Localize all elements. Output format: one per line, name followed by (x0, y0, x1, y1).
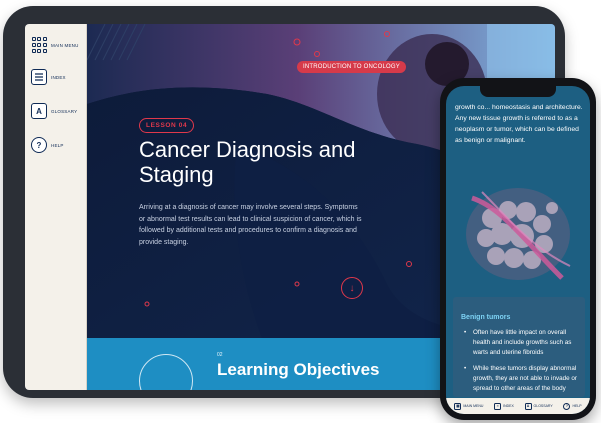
menu-item-label: GLOSSARY (51, 108, 78, 114)
bottom-nav-label: INDEX (503, 404, 514, 408)
phone-screen: growth co... homeostasis and architectur… (446, 86, 590, 414)
section-number: 02 (217, 352, 223, 358)
menu-item-label: HELP (51, 142, 64, 148)
benign-tumors-card: Benign tumors Often have little impact o… (453, 297, 585, 397)
side-menu: MAIN MENU INDEX A GLOSSARY ? HELP (25, 24, 87, 390)
lesson-title: Cancer Diagnosis and Staging (139, 137, 356, 187)
phone-bottom-nav: ▦ MAIN MENU ≡ INDEX A GLOSSARY ? HELP (446, 398, 590, 414)
list-item: Often have little impact on overall heal… (461, 328, 581, 358)
bottom-nav-glossary[interactable]: A GLOSSARY (524, 402, 553, 410)
menu-item-index[interactable]: INDEX (31, 66, 85, 88)
phone-body-text: growth co... homeostasis and architectur… (455, 104, 583, 144)
tumor-cells-image (452, 178, 584, 286)
grid-icon: ▦ (454, 402, 462, 410)
help-question-icon: ? (31, 137, 47, 153)
grid-icon (31, 37, 47, 53)
arrow-down-icon: ↓ (349, 282, 355, 294)
course-badge: INTRODUCTION TO ONCOLOGY (297, 61, 406, 73)
menu-item-glossary[interactable]: A GLOSSARY (31, 100, 85, 122)
lesson-number-pill: LESSON 04 (139, 118, 195, 133)
bottom-nav-label: HELP (572, 404, 582, 408)
menu-item-main-menu[interactable]: MAIN MENU (31, 34, 85, 56)
phone-notch (480, 86, 556, 97)
bottom-nav-label: MAIN MENU (463, 404, 484, 408)
menu-item-label: INDEX (51, 74, 66, 80)
bottom-nav-main-menu[interactable]: ▦ MAIN MENU (454, 402, 484, 410)
menu-item-label: MAIN MENU (51, 42, 79, 48)
index-list-icon: ≡ (494, 402, 502, 410)
list-item: While these tumors display abnormal grow… (461, 364, 581, 394)
help-question-icon: ? (563, 402, 571, 410)
bottom-nav-help[interactable]: ? HELP (563, 402, 582, 410)
benign-bullet-list: Often have little impact on overall heal… (461, 328, 581, 400)
bottom-nav-index[interactable]: ≡ INDEX (494, 402, 514, 410)
card-title: Benign tumors (461, 314, 511, 321)
glossary-book-icon: A (31, 103, 47, 119)
phone-device: growth co... homeostasis and architectur… (440, 78, 596, 420)
objectives-circle-decoration (139, 354, 193, 390)
glossary-book-icon: A (524, 402, 532, 410)
menu-item-help[interactable]: ? HELP (31, 134, 85, 156)
scroll-down-button[interactable]: ↓ (341, 277, 363, 299)
index-list-icon (31, 69, 47, 85)
section-title: Learning Objectives (217, 360, 380, 379)
bottom-nav-label: GLOSSARY (533, 404, 553, 408)
lesson-description: Arriving at a diagnosis of cancer may in… (139, 204, 362, 246)
